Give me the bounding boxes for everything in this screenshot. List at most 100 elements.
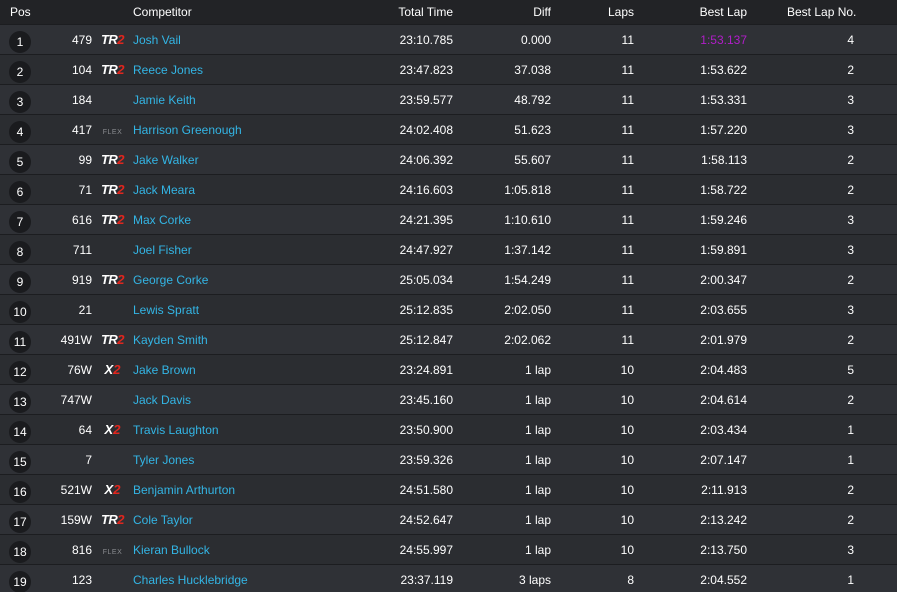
competitor-cell: George Corke xyxy=(133,265,333,295)
header-best-lap[interactable]: Best Lap xyxy=(634,0,747,25)
competitor-name-link[interactable]: Lewis Spratt xyxy=(133,303,199,317)
competitor-number: 21 xyxy=(78,302,92,317)
table-row[interactable]: 12 76W X2 Jake Brown 23:24.891 1 lap 10 2:04.48… xyxy=(0,354,897,385)
position-badge: 9 xyxy=(9,270,31,293)
diff: 1 lap xyxy=(524,482,551,497)
best-lap: 1:59.246 xyxy=(700,212,747,227)
competitor-number: 816 xyxy=(71,542,92,557)
table-row[interactable]: 15 7 Tyler Jones 23:59.326 1 lap 10 2:07.147 1 xyxy=(0,444,897,475)
x2-logo-icon: X2 xyxy=(104,422,121,437)
best-lap-no: 2 xyxy=(847,392,854,407)
results-table: Pos Competitor Total Time Diff Laps Best… xyxy=(0,0,897,592)
competitor-name-link[interactable]: Joel Fisher xyxy=(133,243,192,257)
table-row[interactable]: 4 417 FLEX Harrison Greenough 24:02.408 51.62… xyxy=(0,114,897,145)
total-time: 23:59.326 xyxy=(399,452,453,467)
pos-cell: 8 xyxy=(0,235,40,265)
competitor-name-link[interactable]: Harrison Greenough xyxy=(133,123,242,137)
total-time: 24:47.927 xyxy=(399,242,453,257)
best-lap: 1:53.137 xyxy=(700,32,747,47)
best-lap: 1:58.113 xyxy=(701,152,747,167)
total-time: 24:52.647 xyxy=(399,512,453,527)
table-row[interactable]: 18 816 FLEX Kieran Bullock 24:55.997 1 lap 10 2… xyxy=(0,534,897,565)
total-time: 23:24.891 xyxy=(399,362,453,377)
pos-cell: 5 xyxy=(0,145,40,175)
competitor-name-link[interactable]: Jack Davis xyxy=(133,393,191,407)
competitor-name-link[interactable]: Kieran Bullock xyxy=(133,543,210,557)
table-row[interactable]: 17 159W TR2 Cole Taylor 24:52.647 1 lap 10 2:13… xyxy=(0,504,897,535)
table-row[interactable]: 11 491W TR2 Kayden Smith 25:12.847 2:02.062 11… xyxy=(0,324,897,355)
pos-cell: 16 xyxy=(0,475,40,505)
best-lap-no: 1 xyxy=(847,422,854,437)
total-time: 24:06.392 xyxy=(399,152,453,167)
competitor-name-link[interactable]: Benjamin Arthurton xyxy=(133,483,235,497)
pos-cell: 1 xyxy=(0,25,40,55)
pos-cell: 10 xyxy=(0,295,40,325)
header-competitor[interactable]: Competitor xyxy=(133,0,333,25)
competitor-name-link[interactable]: Tyler Jones xyxy=(133,453,194,467)
table-row[interactable]: 7 616 TR2 Max Corke 24:21.395 1:10.610 11 1:59.… xyxy=(0,204,897,235)
best-lap: 2:13.750 xyxy=(700,542,747,557)
competitor-number: 521W xyxy=(60,482,92,497)
diff: 1:37.142 xyxy=(504,242,551,257)
competitor-name-link[interactable]: Kayden Smith xyxy=(133,333,208,347)
laps: 10 xyxy=(620,392,634,407)
competitor-number: 104 xyxy=(71,62,92,77)
diff: 1 lap xyxy=(524,362,551,377)
header-laps[interactable]: Laps xyxy=(551,0,634,25)
competitor-name-link[interactable]: Reece Jones xyxy=(133,63,203,77)
competitor-cell: Travis Laughton xyxy=(133,415,333,445)
competitor-name-link[interactable]: Travis Laughton xyxy=(133,423,219,437)
header-diff[interactable]: Diff xyxy=(453,0,551,25)
laps: 10 xyxy=(620,512,634,527)
table-row[interactable]: 19 123 Charles Hucklebridge 23:37.119 3 laps… xyxy=(0,564,897,592)
table-row[interactable]: 13 747W Jack Davis 23:45.160 1 lap 10 2:04.614… xyxy=(0,384,897,415)
table-row[interactable]: 8 711 Joel Fisher 24:47.927 1:37.142 11 1:59.8… xyxy=(0,234,897,265)
diff: 1 lap xyxy=(524,512,551,527)
header-pos[interactable]: Pos xyxy=(0,0,40,25)
table-row[interactable]: 9 919 TR2 George Corke 25:05.034 1:54.249 11 2:… xyxy=(0,264,897,295)
class-logo-cell xyxy=(92,445,133,475)
table-row[interactable]: 10 21 Lewis Spratt 25:12.835 2:02.050 11 2:03.… xyxy=(0,294,897,325)
diff: 51.623 xyxy=(514,122,551,137)
best-lap: 1:57.220 xyxy=(700,122,747,137)
pos-cell: 3 xyxy=(0,85,40,115)
x2-logo-icon: X2 xyxy=(104,482,121,497)
competitor-name-link[interactable]: Jack Meara xyxy=(133,183,195,197)
table-row[interactable]: 2 104 TR2 Reece Jones 23:47.823 37.038 11 1:53.… xyxy=(0,54,897,85)
header-total-time[interactable]: Total Time xyxy=(333,0,453,25)
class-logo-cell: X2 xyxy=(92,355,133,385)
competitor-name-link[interactable]: Jake Brown xyxy=(133,363,196,377)
table-row[interactable]: 3 184 Jamie Keith 23:59.577 48.792 11 1:53.331… xyxy=(0,84,897,115)
competitor-name-link[interactable]: Cole Taylor xyxy=(133,513,193,527)
competitor-name-link[interactable]: Jamie Keith xyxy=(133,93,196,107)
laps: 11 xyxy=(621,32,634,47)
table-row[interactable]: 1 479 TR2 Josh Vail 23:10.785 0.000 11 1:53.137… xyxy=(0,24,897,55)
laps: 11 xyxy=(621,92,634,107)
competitor-number: 711 xyxy=(72,242,92,257)
pos-cell: 19 xyxy=(0,565,40,592)
table-row[interactable]: 6 71 TR2 Jack Meara 24:16.603 1:05.818 11 1:58.… xyxy=(0,174,897,205)
best-lap: 2:03.655 xyxy=(700,302,747,317)
tr2-logo-icon: TR2 xyxy=(100,272,125,287)
competitor-cell: Lewis Spratt xyxy=(133,295,333,325)
competitor-cell: Kayden Smith xyxy=(133,325,333,355)
competitor-name-link[interactable]: Max Corke xyxy=(133,213,191,227)
table-row[interactable]: 5 99 TR2 Jake Walker 24:06.392 55.607 11 1:58.1… xyxy=(0,144,897,175)
competitor-name-link[interactable]: George Corke xyxy=(133,273,208,287)
competitor-cell: Jamie Keith xyxy=(133,85,333,115)
best-lap-no: 3 xyxy=(847,542,854,557)
best-lap: 2:11.913 xyxy=(701,482,747,497)
competitor-name-link[interactable]: Jake Walker xyxy=(133,153,199,167)
competitor-name-link[interactable]: Josh Vail xyxy=(133,33,181,47)
best-lap: 2:07.147 xyxy=(700,452,747,467)
tr2-logo-icon: TR2 xyxy=(100,332,125,347)
pos-cell: 4 xyxy=(0,115,40,145)
laps: 11 xyxy=(621,182,634,197)
competitor-name-link[interactable]: Charles Hucklebridge xyxy=(133,573,248,587)
header-best-lap-no[interactable]: Best Lap No. xyxy=(747,0,897,25)
competitor-number: 184 xyxy=(71,92,92,107)
table-row[interactable]: 16 521W X2 Benjamin Arthurton 24:51.580 1 lap… xyxy=(0,474,897,505)
laps: 10 xyxy=(620,452,634,467)
total-time: 23:47.823 xyxy=(399,62,453,77)
table-row[interactable]: 14 64 X2 Travis Laughton 23:50.900 1 lap 10 2:0… xyxy=(0,414,897,445)
